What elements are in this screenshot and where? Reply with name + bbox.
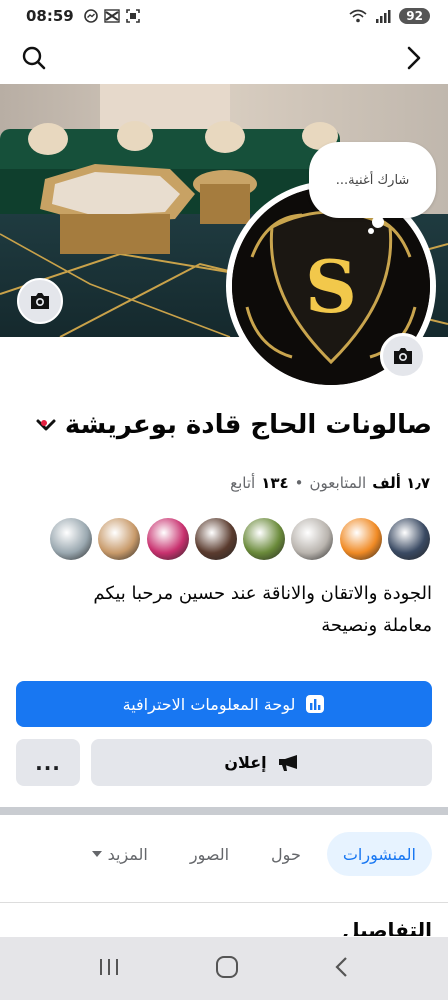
followers-label: المتابعون <box>309 474 367 492</box>
follower-avatar[interactable] <box>98 518 141 560</box>
tab-label: المزيد <box>107 844 148 864</box>
status-time: 08:59 <box>26 7 74 25</box>
profile-tabs: المنشورات حول الصور المزيد <box>75 832 432 876</box>
bio-line-1: الجودة والاتقان والاناقة عند حسين مرحبا … <box>93 583 432 604</box>
follower-avatar[interactable] <box>243 518 286 560</box>
more-options-button[interactable]: ... <box>16 739 80 786</box>
system-navigation-bar <box>0 937 448 1000</box>
follower-avatar[interactable] <box>146 518 189 560</box>
megaphone-icon <box>278 754 297 771</box>
back-icon[interactable] <box>333 956 351 982</box>
tab-about[interactable]: حول <box>255 832 317 876</box>
follower-avatar[interactable] <box>339 518 382 560</box>
status-right-icons: 92 <box>349 8 430 24</box>
scan-icon <box>125 9 140 23</box>
tab-label: الصور <box>189 844 230 864</box>
details-heading: التفاصيل <box>342 918 432 936</box>
tab-more[interactable]: المزيد <box>75 832 164 876</box>
stats-separator: • <box>294 474 304 492</box>
messenger-icon <box>83 9 98 23</box>
status-notification-icons <box>83 9 140 23</box>
followers-count: ١٫٧ ألف <box>372 474 430 492</box>
bubble-tail-dot-small <box>368 228 374 234</box>
cover-camera-button[interactable] <box>17 278 63 324</box>
avatar-camera-button[interactable] <box>380 333 426 379</box>
signal-icon <box>376 10 391 23</box>
follower-avatar[interactable] <box>194 518 237 560</box>
bubble-tail-dot <box>372 216 384 228</box>
page-bio: الجودة والاتقان والاناقة عند حسين مرحبا … <box>12 578 432 642</box>
following-count: ١٣٤ <box>261 474 289 492</box>
follower-avatar[interactable] <box>291 518 334 560</box>
search-icon[interactable] <box>18 42 50 74</box>
chevron-right-icon[interactable] <box>398 42 430 74</box>
status-bar: 08:59 92 <box>0 0 448 32</box>
professional-dashboard-button[interactable]: لوحة المعلومات الاحترافية <box>16 681 432 727</box>
advertise-button[interactable]: إعلان <box>91 739 432 786</box>
tab-label: المنشورات <box>342 844 416 864</box>
avatar-letter: S <box>305 244 357 329</box>
wifi-icon <box>349 9 367 23</box>
follower-avatars[interactable] <box>50 518 430 560</box>
home-icon[interactable] <box>215 955 239 983</box>
tabs-divider <box>0 902 448 903</box>
notification-dot <box>41 420 47 426</box>
caret-down-icon <box>91 851 102 857</box>
more-label: ... <box>35 750 61 775</box>
advertise-label: إعلان <box>224 753 267 772</box>
following-label: أتابع <box>230 474 256 492</box>
camera-icon <box>31 293 49 309</box>
section-divider <box>0 807 448 815</box>
top-nav <box>0 32 448 84</box>
share-song-text: شارك أغنية... <box>335 172 410 188</box>
recent-apps-icon[interactable] <box>97 957 121 981</box>
follower-avatar[interactable] <box>50 518 92 560</box>
share-song-bubble[interactable]: شارك أغنية... <box>309 142 436 218</box>
tab-label: حول <box>271 844 301 864</box>
camera-icon <box>394 348 412 364</box>
page-name-row[interactable]: صالونات الحاج قادة بوعريشة <box>35 410 432 440</box>
page-stats[interactable]: ١٫٧ ألف المتابعون • ١٣٤ أتابع <box>230 474 430 492</box>
battery-badge: 92 <box>399 8 430 24</box>
bio-line-2: معاملة ونصيحة <box>321 615 432 636</box>
follower-avatar[interactable] <box>387 518 430 560</box>
tab-photos[interactable]: الصور <box>174 832 245 876</box>
chart-icon <box>306 695 325 713</box>
tab-posts[interactable]: المنشورات <box>326 832 432 876</box>
page-title: صالونات الحاج قادة بوعريشة <box>64 410 432 440</box>
dashboard-label: لوحة المعلومات الاحترافية <box>122 694 296 714</box>
capcut-icon <box>104 9 120 23</box>
